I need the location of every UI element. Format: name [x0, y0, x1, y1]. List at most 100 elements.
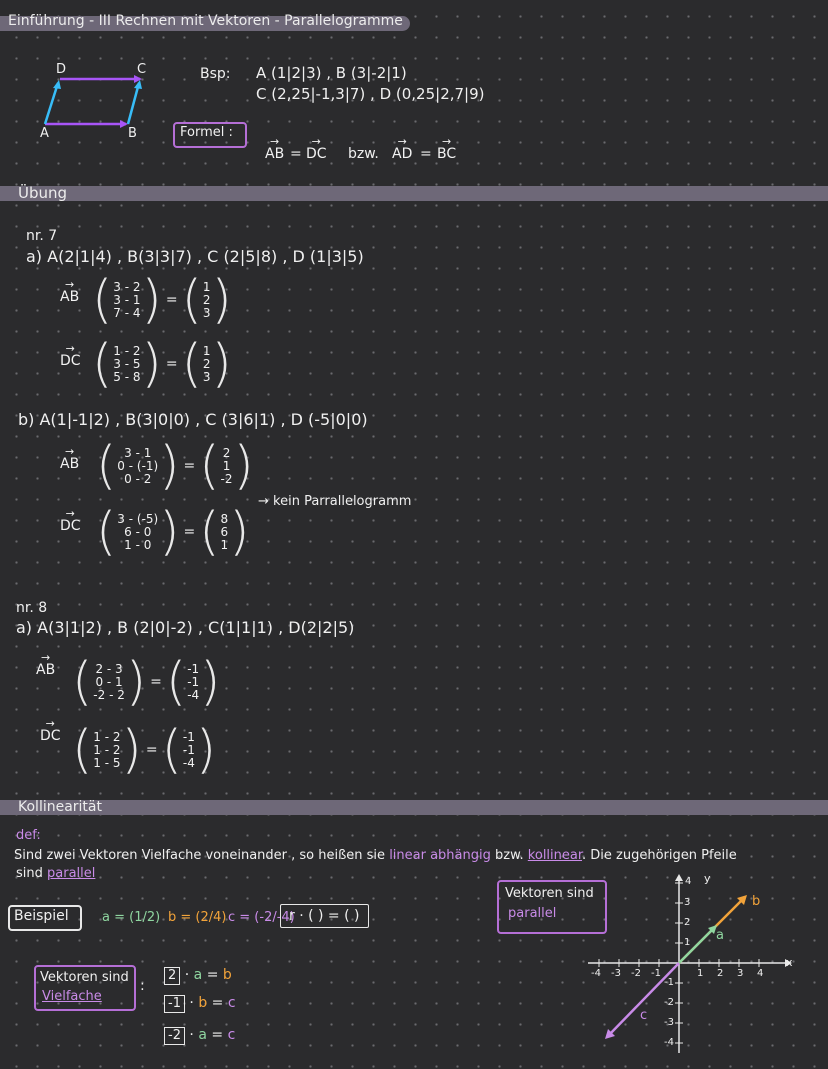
- formula-bzw: bzw.: [348, 146, 379, 162]
- arrow-ad: [53, 80, 61, 89]
- relation-2: -1 · b = c: [164, 995, 236, 1013]
- matrix-cell: 1: [222, 458, 231, 473]
- factor-box: -1: [164, 995, 185, 1013]
- vec-c-ref: c: [227, 995, 236, 1011]
- definition-text: sind: [16, 866, 48, 881]
- paren-close: ): [159, 436, 180, 496]
- colon: :: [140, 978, 145, 994]
- paren-open: (: [96, 502, 117, 562]
- paren-open: (: [92, 270, 113, 330]
- matrix-cell: 1: [202, 343, 211, 358]
- matrix-col: 3 - (-5) 6 - 0 1 - 0: [116, 512, 159, 552]
- matrix-cell: -4: [187, 687, 200, 702]
- y-tick-label: -4: [664, 1037, 674, 1048]
- paren-open: (: [161, 720, 182, 780]
- def-label: def:: [16, 828, 41, 843]
- matrix-cell: 1 - 2: [113, 343, 141, 358]
- matrix-col: -1 -1 -4: [186, 661, 200, 702]
- matrix-col: 3 - 2 3 - 1 7 - 4: [112, 279, 141, 320]
- matrix-cell: 3 - 2: [113, 279, 141, 294]
- paren-open: (: [72, 720, 93, 780]
- vec-a-ref: a: [193, 967, 203, 983]
- vielfache-box-line-2: Vielfache: [42, 989, 102, 1004]
- equals-sign: =: [165, 292, 178, 308]
- matrix-cell: 2: [202, 356, 211, 371]
- c-dc-matrix: ( 1 - 2 1 - 2 1 - 5 ) = ( -1 -1 -4 ): [72, 724, 216, 776]
- matrix-cell: 1: [220, 537, 229, 552]
- matrix-cell: -1: [182, 729, 195, 744]
- a-dc-matrix: ( 1 - 2 3 - 5 5 - 8 ) = ( 1 2 3 ): [92, 338, 232, 390]
- matrix-col: 1 - 2 1 - 2 1 - 5: [92, 730, 121, 770]
- y-tick-label: 1: [684, 937, 691, 948]
- dot: ·: [189, 995, 199, 1011]
- factor-box: -2: [164, 1027, 185, 1045]
- example-line-1: A (1|2|3) , B (3|-2|1): [256, 64, 407, 82]
- graph-vector-c-label: c: [640, 1008, 648, 1023]
- x-tick-label: -2: [631, 968, 641, 979]
- formula-label: Formel :: [180, 125, 233, 140]
- paren-open: (: [181, 270, 202, 330]
- b-ab-label: → AB: [60, 445, 80, 472]
- vector-a-def: a = (1/2): [102, 910, 161, 925]
- point-label-c: C: [137, 62, 147, 77]
- a-ab-matrix: ( 3 - 2 3 - 1 7 - 4 ) = ( 1 2 3 ): [92, 274, 232, 326]
- matrix-cell: -1: [187, 674, 200, 689]
- linear-term: linear abhängig: [389, 848, 491, 863]
- parallel-term: parallel: [47, 866, 96, 881]
- y-axis-label: y: [704, 872, 711, 885]
- paren-close: ): [229, 502, 250, 562]
- matrix-cell: 2: [222, 445, 231, 460]
- equals-sign: =: [183, 458, 196, 474]
- graph-vector-b-label: b: [752, 894, 761, 909]
- y-axis-arrow: [675, 874, 683, 881]
- matrix-cell: -2 - 2: [93, 687, 125, 702]
- paren-open: (: [72, 652, 93, 712]
- nr7-label: nr. 7: [26, 228, 58, 244]
- definition-line-2: sind parallel: [16, 866, 95, 881]
- nr8-label: nr. 8: [16, 600, 48, 616]
- equals-sign: =: [206, 967, 219, 983]
- factor-box: 2: [164, 967, 181, 985]
- nr8-a-line: a) A(3|1|2) , B (2|0|-2) , C(1|1|1) , D(…: [16, 618, 355, 637]
- equals-sign: =: [165, 356, 178, 372]
- relation-3: -2 · a = c: [164, 1027, 235, 1045]
- multiple-template: r · ( ) = ( ): [280, 904, 369, 928]
- c-dc-label: → DC: [40, 717, 61, 744]
- paren-close: ): [195, 720, 217, 780]
- vector-b-def: b = (2/4): [168, 910, 227, 925]
- y-tick-label: -3: [664, 1017, 674, 1028]
- vec-b-ref: b: [198, 995, 208, 1011]
- matrix-cell: 3 - 1: [113, 292, 141, 307]
- parallel-box-line-2: parallel: [508, 906, 557, 921]
- matrix-cell: -1: [182, 742, 195, 757]
- b-dc-matrix: ( 3 - (-5) 6 - 0 1 - 0 ) = ( 8 6 1 ): [96, 506, 249, 558]
- uebung-band: [0, 186, 828, 201]
- nr7-a-line: a) A(2|1|4) , B(3|3|7) , C (2|5|8) , D (…: [26, 247, 364, 266]
- kollinearitaet-title: Kollinearität: [18, 799, 102, 815]
- matrix-cell: -1: [187, 661, 200, 676]
- b-dc-label: → DC: [60, 507, 81, 534]
- y-tick-label: 3: [684, 897, 691, 908]
- x-tick-label: -1: [651, 968, 661, 979]
- matrix-cell: 6 - 0: [124, 524, 152, 539]
- matrix-col: 3 - 1 0 - (-1) 0 - 2: [116, 446, 159, 486]
- matrix-cell: -4: [182, 755, 195, 770]
- edge-ad: [43, 82, 60, 125]
- paren-close: ): [141, 270, 162, 330]
- matrix-cell: 2 - 3: [95, 661, 123, 676]
- paren-close: ): [211, 334, 232, 394]
- a-ab-label: → AB: [60, 278, 80, 305]
- paren-close: ): [159, 502, 180, 562]
- matrix-cell: 1 - 0: [124, 537, 152, 552]
- b-ab-matrix: ( 3 - 1 0 - (-1) 0 - 2 ) = ( 2 1 -2 ): [96, 440, 254, 492]
- paren-open: (: [92, 334, 113, 394]
- x-tick-label: 3: [737, 968, 744, 979]
- matrix-cell: 6: [220, 524, 229, 539]
- matrix-cell: 1 - 2: [93, 742, 121, 757]
- c-ab-label: → AB: [36, 651, 56, 678]
- formula-eq-2: =: [420, 146, 432, 162]
- x-tick-label: -3: [611, 968, 621, 979]
- equals-sign: =: [211, 1027, 224, 1043]
- paren-open: (: [96, 436, 117, 496]
- matrix-cell: 3: [202, 305, 211, 320]
